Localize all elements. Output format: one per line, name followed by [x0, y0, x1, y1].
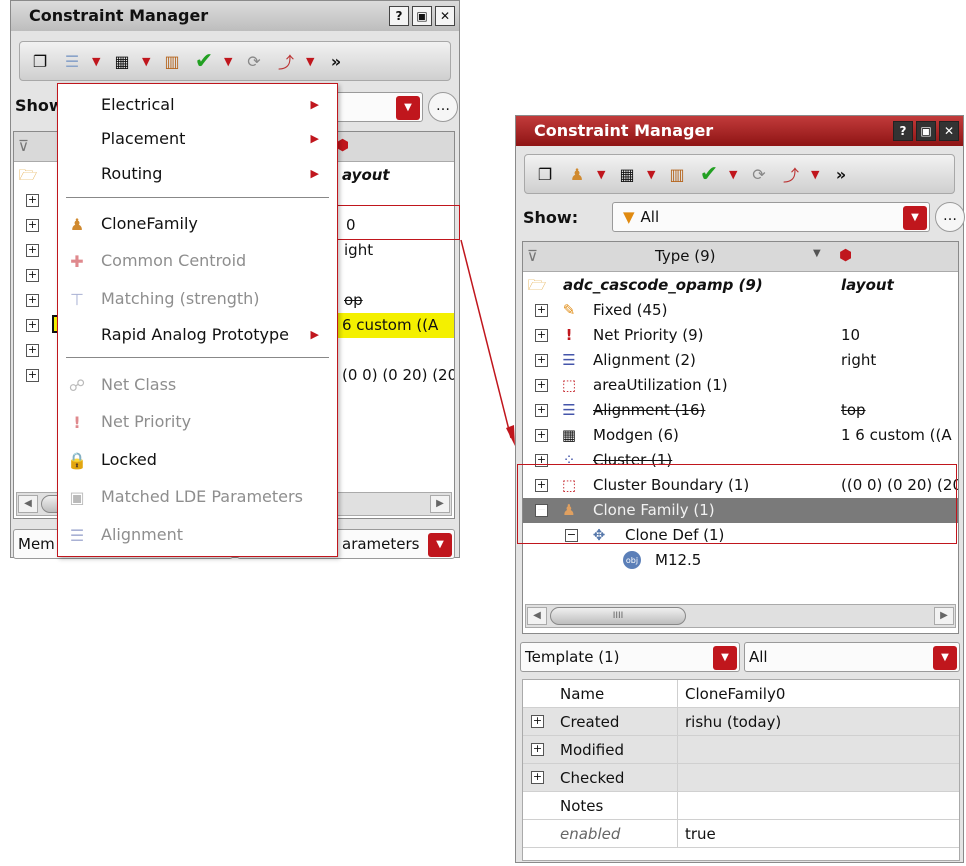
right-show-combo[interactable]: ▼ All ▼ — [612, 202, 930, 232]
expand-icon[interactable]: + — [535, 329, 548, 342]
property-value[interactable]: true — [685, 820, 716, 848]
row-label: Modgen (6) — [593, 426, 679, 444]
expand-icon[interactable]: + — [531, 715, 544, 728]
property-row[interactable]: + Modified — [523, 736, 959, 764]
property-filter-combo[interactable]: All ▼ — [744, 642, 960, 672]
right-more-button[interactable]: … — [935, 202, 965, 232]
property-row[interactable]: enabled true — [523, 820, 959, 848]
property-row[interactable]: Notes — [523, 792, 959, 820]
property-key: Modified — [560, 741, 625, 759]
refresh-icon[interactable]: ⟳ — [747, 162, 771, 186]
chevron-down-icon[interactable]: ▼ — [647, 168, 657, 181]
clone-family-highlight-box — [517, 464, 957, 544]
clone-family-tool-icon[interactable]: ♟ — [565, 162, 589, 186]
alignment-icon: ☰ — [562, 400, 576, 419]
expand-icon[interactable]: + — [535, 354, 548, 367]
copy-icon[interactable]: ❐ — [533, 162, 557, 186]
right-toolbar: ❐ ♟ ▼ ▦ ▼ ▥ ✔ ▼ ⟳ ⤴ ▼ » — [524, 154, 955, 194]
show-value: All — [640, 208, 660, 226]
sort-icon[interactable]: ▼ — [813, 248, 821, 259]
right-horizontal-scrollbar[interactable]: ◀ IIII ▶ — [525, 604, 956, 628]
filter-icon: ⊽ — [527, 247, 538, 265]
template-combo-label: Template (1) — [525, 648, 620, 666]
right-title: Constraint Manager — [534, 121, 714, 140]
check-icon[interactable]: ✔ — [697, 162, 721, 187]
row-value: 10 — [841, 326, 861, 344]
route-icon[interactable]: ⤴ — [779, 162, 803, 186]
property-key: Checked — [560, 769, 625, 787]
row-value: 1 6 custom ((A — [841, 426, 952, 444]
tree-row[interactable]: + ⬚ areaUtilization (1) — [523, 373, 958, 398]
net-priority-icon: ! — [565, 325, 573, 344]
expand-icon[interactable]: + — [531, 743, 544, 756]
right-show-label: Show: — [523, 208, 579, 227]
property-value[interactable]: CloneFamily0 — [685, 680, 785, 708]
tree-row-root[interactable]: 🗁 adc_cascode_opamp (9) layout — [523, 273, 958, 298]
expand-icon[interactable]: + — [535, 429, 548, 442]
property-filter-label: All — [749, 648, 768, 666]
restore-button[interactable]: ▣ — [916, 121, 936, 141]
row-label: Fixed (45) — [593, 301, 668, 319]
right-tree: ⊽ Type (9) ▼ ⬢ 🗁 adc_cascode_opamp (9) l… — [522, 241, 959, 634]
property-row[interactable]: + Checked — [523, 764, 959, 792]
alignment-icon: ☰ — [562, 350, 576, 369]
properties-table: Name CloneFamily0 + Created rishu (today… — [522, 679, 960, 861]
scroll-left-icon[interactable]: ◀ — [527, 607, 547, 625]
scroll-right-icon[interactable]: ▶ — [934, 607, 954, 625]
row-label: M12.5 — [655, 551, 702, 569]
property-key: Name — [560, 685, 605, 703]
right-tree-header: ⊽ Type (9) ▼ ⬢ — [523, 242, 958, 272]
chevron-down-icon[interactable]: ▼ — [597, 168, 607, 181]
row-label: Alignment (16) — [593, 401, 706, 419]
type-header[interactable]: Type (9) — [655, 247, 715, 265]
area-utilization-icon: ⬚ — [561, 375, 577, 394]
chevron-down-icon[interactable]: ▼ — [903, 206, 927, 230]
tree-row[interactable]: + ! Net Priority (9) 10 — [523, 323, 958, 348]
tree-row[interactable]: + ✎ Fixed (45) — [523, 298, 958, 323]
property-key: Created — [560, 713, 620, 731]
book-icon[interactable]: ▥ — [665, 162, 689, 186]
property-key: enabled — [560, 825, 621, 843]
chevron-down-icon[interactable]: ▼ — [933, 646, 957, 670]
row-label: Alignment (2) — [593, 351, 696, 369]
property-row[interactable]: Name CloneFamily0 — [523, 680, 959, 708]
chevron-down-icon[interactable]: ▼ — [713, 646, 737, 670]
expand-icon[interactable]: + — [535, 379, 548, 392]
chevron-down-icon[interactable]: ▼ — [811, 168, 821, 181]
right-title-bar: Constraint Manager ? ▣ ✕ — [516, 116, 963, 146]
row-label: Net Priority (9) — [593, 326, 704, 344]
tree-row[interactable]: + ☰ Alignment (16) top — [523, 398, 958, 423]
root-label: adc_cascode_opamp (9) — [563, 276, 763, 294]
tree-row[interactable]: + ▦ Modgen (6) 1 6 custom ((A — [523, 423, 958, 448]
tree-row[interactable]: obj M12.5 — [523, 548, 958, 573]
property-row[interactable]: + Created rishu (today) — [523, 708, 959, 736]
instance-icon: obj — [623, 551, 641, 569]
property-key: Notes — [560, 797, 604, 815]
group-icon: ⬢ — [839, 246, 853, 264]
row-value: right — [841, 351, 877, 369]
help-button[interactable]: ? — [893, 121, 913, 141]
chevron-down-icon[interactable]: ▼ — [729, 168, 739, 181]
expand-icon[interactable]: + — [535, 304, 548, 317]
template-combo[interactable]: Template (1) ▼ — [520, 642, 740, 672]
tree-row[interactable]: + ☰ Alignment (2) right — [523, 348, 958, 373]
scroll-thumb[interactable]: IIII — [550, 607, 686, 625]
pencil-icon: ✎ — [562, 300, 576, 319]
expand-icon[interactable]: + — [531, 771, 544, 784]
modgen-tool-icon[interactable]: ▦ — [615, 162, 639, 186]
row-value: top — [841, 401, 866, 419]
folder-icon: 🗁 — [527, 275, 547, 294]
property-value: rishu (today) — [685, 713, 782, 731]
row-label: areaUtilization (1) — [593, 376, 728, 394]
expand-icon[interactable]: + — [535, 404, 548, 417]
root-value: layout — [841, 276, 894, 294]
close-button[interactable]: ✕ — [939, 121, 959, 141]
overflow-icon[interactable]: » — [829, 162, 853, 186]
modgen-icon: ▦ — [561, 425, 577, 444]
filter-icon: ▼ — [623, 208, 635, 226]
